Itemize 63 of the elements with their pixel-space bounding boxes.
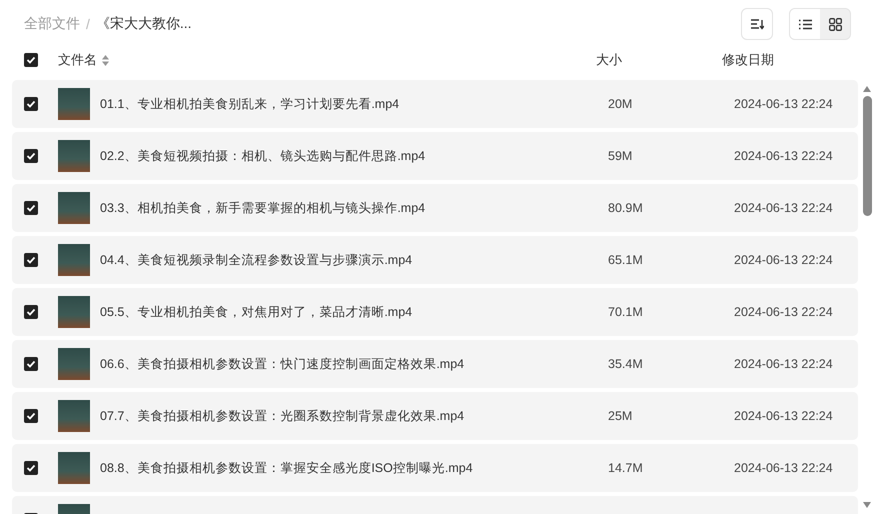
file-size: 35.4M xyxy=(608,357,643,371)
file-row[interactable]: 05.5、专业相机拍美食，对焦用对了，菜品才清晰.mp4 70.1M 2024-06-13 22:24 xyxy=(12,288,858,336)
checkbox[interactable] xyxy=(24,305,38,319)
modified-date: 2024-06-13 22:24 xyxy=(734,149,833,163)
file-size: 14.7M xyxy=(608,461,643,475)
file-name: 04.4、美食短视频录制全流程参数设置与步骤演示.mp4 xyxy=(100,252,412,268)
checkbox[interactable] xyxy=(24,409,38,423)
breadcrumb-separator: / xyxy=(86,16,90,32)
checkbox[interactable] xyxy=(24,53,38,67)
column-header: 大小 xyxy=(596,51,622,69)
column-header[interactable]: 文件名 xyxy=(58,51,109,69)
video-thumbnail xyxy=(58,244,90,276)
list-view-button[interactable] xyxy=(790,9,820,39)
video-thumbnail xyxy=(58,452,90,484)
file-row[interactable]: 07.7、美食拍摄相机参数设置：光圈系数控制背景虚化效果.mp4 25M 2024-06-13 22:24 xyxy=(12,392,858,440)
sort-button[interactable] xyxy=(741,8,773,40)
modified-date: 2024-06-13 22:24 xyxy=(734,409,833,423)
file-row[interactable]: 04.4、美食短视频录制全流程参数设置与步骤演示.mp4 65.1M 2024-06-13 22:24 xyxy=(12,236,858,284)
checkbox[interactable] xyxy=(24,357,38,371)
grid-icon xyxy=(828,18,842,30)
file-row[interactable]: 08.8、美食拍摄相机参数设置：掌握安全感光度ISO控制曝光.mp4 14.7M 2024-06-13 22:24 xyxy=(12,444,858,492)
scroll-up-icon[interactable] xyxy=(863,86,871,92)
checkbox[interactable] xyxy=(24,97,38,111)
checkbox[interactable] xyxy=(24,253,38,267)
video-thumbnail xyxy=(58,348,90,380)
file-size: 20M xyxy=(608,97,632,111)
modified-date: 2024-06-13 22:24 xyxy=(734,253,833,267)
video-thumbnail xyxy=(58,296,90,328)
file-name: 05.5、专业相机拍美食，对焦用对了，菜品才清晰.mp4 xyxy=(100,304,412,320)
file-size: 70.1M xyxy=(608,305,643,319)
file-size: 59M xyxy=(608,149,632,163)
checkbox[interactable] xyxy=(24,461,38,475)
modified-date: 2024-06-13 22:24 xyxy=(734,357,833,371)
file-row[interactable]: 06.6、美食拍摄相机参数设置：快门速度控制画面定格效果.mp4 35.4M 2024-06-13 22:24 xyxy=(12,340,858,388)
file-name: 06.6、美食拍摄相机参数设置：快门速度控制画面定格效果.mp4 xyxy=(100,356,464,372)
file-size: 65.1M xyxy=(608,253,643,267)
modified-date: 2024-06-13 22:24 xyxy=(734,97,833,111)
breadcrumb-item[interactable]: 《宋大大教你... xyxy=(96,15,192,33)
checkbox[interactable] xyxy=(24,201,38,215)
file-row[interactable]: 02.2、美食短视频拍摄：相机、镜头选购与配件思路.mp4 59M 2024-06-13 22:24 xyxy=(12,132,858,180)
scrollbar-thumb[interactable] xyxy=(862,96,872,216)
file-row[interactable]: 03.3、相机拍美食，新手需要掌握的相机与镜头操作.mp4 80.9M 2024-06-13 22:24 xyxy=(12,184,858,232)
scroll-down-icon[interactable] xyxy=(863,502,871,508)
modified-date: 2024-06-13 22:24 xyxy=(734,305,833,319)
file-name: 02.2、美食短视频拍摄：相机、镜头选购与配件思路.mp4 xyxy=(100,148,426,164)
video-thumbnail xyxy=(58,400,90,432)
file-size: 80.9M xyxy=(608,201,643,215)
file-name: 07.7、美食拍摄相机参数设置：光圈系数控制背景虚化效果.mp4 xyxy=(100,408,464,424)
video-thumbnail xyxy=(58,192,90,224)
file-name: 08.8、美食拍摄相机参数设置：掌握安全感光度ISO控制曝光.mp4 xyxy=(100,460,473,476)
video-thumbnail xyxy=(58,88,90,120)
column-header: 修改日期 xyxy=(722,51,774,69)
modified-date: 2024-06-13 22:24 xyxy=(734,201,833,215)
file-name: 03.3、相机拍美食，新手需要掌握的相机与镜头操作.mp4 xyxy=(100,200,426,216)
list-icon xyxy=(798,18,812,30)
modified-date: 2024-06-13 22:24 xyxy=(734,461,833,475)
checkbox[interactable] xyxy=(24,149,38,163)
file-row[interactable]: 01.1、专业相机拍美食别乱来，学习计划要先看.mp4 20M 2024-06-13 22:24 xyxy=(12,80,858,128)
sort-arrows-icon[interactable] xyxy=(102,54,109,66)
video-thumbnail xyxy=(58,140,90,172)
file-name: 01.1、专业相机拍美食别乱来，学习计划要先看.mp4 xyxy=(100,96,400,112)
sort-icon xyxy=(750,18,764,30)
file-size: 25M xyxy=(608,409,632,423)
